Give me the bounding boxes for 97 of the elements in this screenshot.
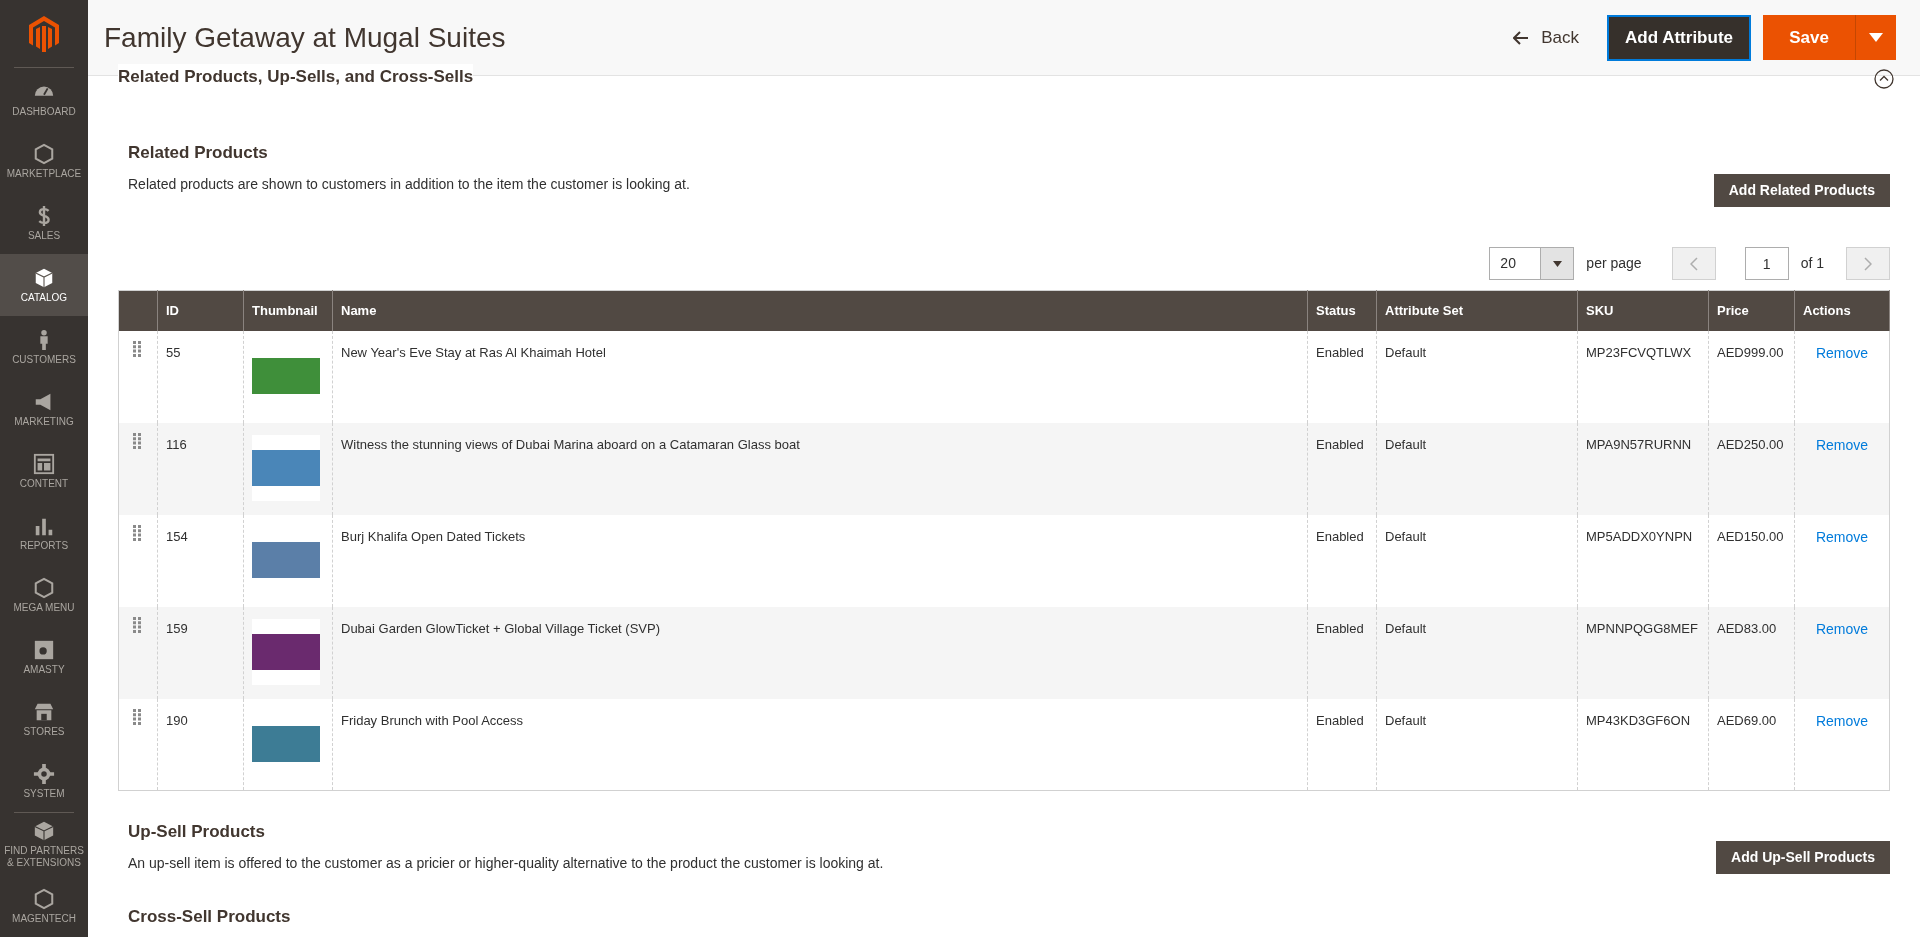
page-input[interactable]: 1 — [1744, 247, 1789, 280]
column-header: Status — [1316, 303, 1356, 318]
table-cell: 154 — [166, 528, 188, 544]
column-header: Actions — [1803, 303, 1851, 318]
table-cell: AED83.00 — [1717, 620, 1777, 636]
sidebar-item[interactable]: FIND PARTNERS & EXTENSIONS — [0, 813, 88, 875]
add-up-sell-products-button[interactable]: Add Up-Sell Products — [1716, 841, 1890, 874]
hexagon-icon — [33, 887, 55, 910]
photo-placeholder — [252, 633, 320, 670]
table-cell: Friday Brunch with Pool Access — [341, 712, 524, 728]
drag-handle-icon[interactable] — [133, 708, 141, 725]
sidebar-item[interactable]: CONTENT — [0, 440, 88, 502]
layout-icon — [33, 452, 55, 475]
photo-placeholder — [252, 449, 320, 486]
sidebar-item[interactable]: MAGENTECH — [0, 875, 88, 937]
sidebar-item[interactable]: AMASTY — [0, 626, 88, 688]
column-header: Thumbnail — [252, 303, 318, 318]
table-cell: AED150.00 — [1717, 528, 1784, 544]
per-page-select[interactable]: 20 — [1489, 247, 1575, 280]
table-cell: Default — [1385, 712, 1427, 728]
table-cell: 55 — [166, 344, 181, 360]
table-cell: MPA9N57RURNN — [1586, 436, 1692, 452]
remove-link[interactable]: Remove — [1815, 344, 1869, 361]
table-cell: AED999.00 — [1717, 344, 1784, 360]
drag-handle-icon[interactable] — [133, 524, 141, 541]
table-cell: Enabled — [1316, 436, 1364, 452]
table-cell: Default — [1385, 344, 1427, 360]
table-cell: MPNNPQGG8MEF — [1586, 620, 1698, 636]
sidebar-item[interactable]: MEGA MENU — [0, 564, 88, 626]
add-attribute-button[interactable]: Add Attribute — [1607, 14, 1751, 61]
arrow-left-icon — [1513, 30, 1530, 45]
table-cell: Burj Khalifa Open Dated Tickets — [341, 528, 526, 544]
table-cell: AED250.00 — [1717, 436, 1784, 452]
hexagon-icon — [33, 576, 55, 599]
photo-placeholder — [252, 541, 320, 578]
photo-placeholder — [252, 357, 320, 394]
chevron-left-icon — [1689, 256, 1698, 271]
logo-icon — [29, 15, 59, 52]
section-description: Related products are shown to customers in addition to the item the customer is looking at. — [128, 174, 690, 194]
photo-placeholder — [252, 725, 320, 762]
remove-link[interactable]: Remove — [1815, 620, 1869, 637]
section-heading: Cross-Sell Products — [127, 906, 292, 928]
dropdown-toggle[interactable] — [1855, 15, 1896, 60]
table-cell: Enabled — [1316, 344, 1364, 360]
sidebar-item[interactable]: REPORTS — [0, 502, 88, 564]
back-button[interactable]: Back — [1501, 15, 1592, 60]
sidebar-item[interactable]: STORES — [0, 688, 88, 750]
box-icon — [33, 266, 55, 289]
column-header: ID — [166, 303, 179, 318]
column-header: Name — [341, 303, 377, 318]
sidebar-item[interactable]: DASHBOARD — [0, 68, 88, 130]
page-count: of 1 — [1800, 254, 1824, 273]
table-cell: MP43KD3GF6ON — [1586, 712, 1691, 728]
section-heading: Up-Sell Products — [128, 821, 266, 843]
table-cell: MP5ADDX0YNPN — [1586, 528, 1693, 544]
remove-link[interactable]: Remove — [1815, 528, 1869, 545]
table-cell: Enabled — [1316, 712, 1364, 728]
table-cell: MP23FCVQTLWX — [1586, 344, 1692, 360]
caret-icon — [1869, 33, 1883, 42]
table-cell: Enabled — [1316, 620, 1364, 636]
sidebar-item[interactable]: CUSTOMERS — [0, 316, 88, 378]
sidebar-item[interactable]: MARKETPLACE — [0, 130, 88, 192]
hexagon-icon — [33, 142, 55, 165]
table-cell: Default — [1385, 528, 1427, 544]
section-heading: Related Products — [128, 142, 269, 164]
table-cell: Default — [1385, 620, 1427, 636]
table-cell: New Year's Eve Stay at Ras Al Khaimah Hotel — [341, 344, 606, 360]
save-button[interactable]: Save — [1763, 15, 1855, 60]
sidebar-item[interactable]: SALES — [0, 192, 88, 254]
add-related-products-button[interactable]: Add Related Products — [1713, 174, 1890, 207]
blocks-icon — [33, 819, 55, 842]
table-cell: 190 — [166, 712, 188, 728]
settings-icon — [33, 762, 55, 785]
per-page-label: per page — [1586, 254, 1642, 273]
section-description: An up-sell item is offered to the customer as a pricier or higher-quality alternative to the product the customer is looking at. — [128, 853, 884, 873]
collapse-icon[interactable] — [1874, 69, 1894, 89]
table-cell: AED69.00 — [1717, 712, 1777, 728]
column-header: SKU — [1586, 303, 1614, 318]
drag-handle-icon[interactable] — [133, 616, 141, 633]
table-cell: 159 — [166, 620, 188, 636]
table-cell: 116 — [166, 436, 187, 452]
caret-icon — [1552, 260, 1562, 267]
sidebar-item[interactable]: SYSTEM — [0, 750, 88, 812]
chevron-right-icon — [1864, 256, 1872, 271]
table-cell: Witness the stunning views of Dubai Marina aboard on a Catamaran Glass boat — [341, 436, 800, 452]
sidebar-item[interactable]: MARKETING — [0, 378, 88, 440]
drag-handle-icon[interactable] — [133, 340, 141, 357]
remove-link[interactable]: Remove — [1815, 712, 1869, 729]
column-header: Price — [1717, 303, 1749, 318]
page-title: Family Getaway at Mugal Suites — [104, 20, 507, 55]
sidebar-item[interactable]: CATALOG — [0, 254, 88, 316]
table-cell: Dubai Garden GlowTicket + Global Village Ticket (SVP) — [341, 620, 660, 636]
table-cell: Enabled — [1316, 528, 1364, 544]
remove-link[interactable]: Remove — [1815, 436, 1869, 453]
table-cell: Default — [1385, 436, 1427, 452]
column-header: Attribute Set — [1385, 303, 1463, 318]
drag-handle-icon[interactable] — [133, 432, 141, 449]
